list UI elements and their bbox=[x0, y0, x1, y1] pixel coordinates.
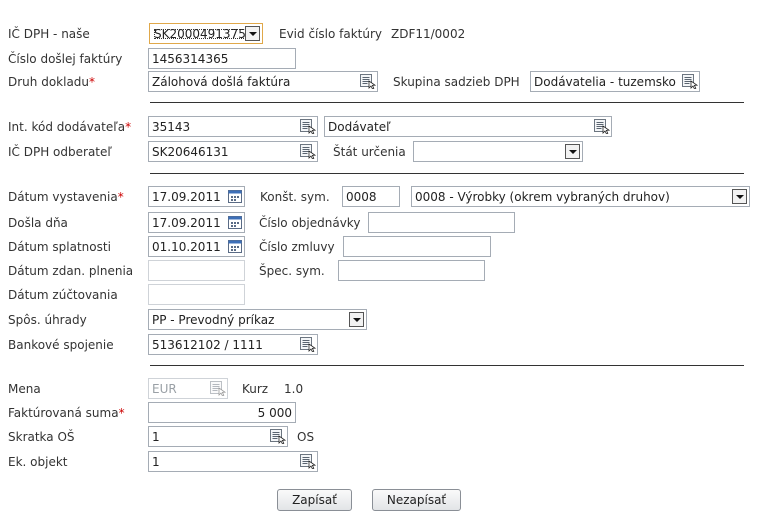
cislo-doslej-value: 1456314365 bbox=[152, 52, 229, 66]
datum-splatnosti-input[interactable]: 01.10.2011 bbox=[148, 236, 245, 257]
skratka-os-input[interactable]: 1 bbox=[148, 426, 288, 447]
datum-zuct-input[interactable] bbox=[148, 284, 245, 305]
datum-zdan-label: Dátum zdan. plnenia bbox=[8, 264, 134, 278]
cislo-objednavky-label: Číslo objednávky bbox=[259, 216, 361, 230]
datum-vystavenia-value: 17.09.2011 bbox=[152, 190, 221, 204]
cislo-doslej-label: Číslo došlej faktúry bbox=[8, 52, 123, 66]
lookup-picker-icon[interactable] bbox=[300, 144, 316, 159]
druh-dokladu-input[interactable]: Zálohová došlá faktúra bbox=[148, 71, 378, 92]
spos-uhrady-select[interactable]: PP - Prevodný príkaz bbox=[148, 309, 367, 330]
cislo-zmluvy-label: Číslo zmluvy bbox=[259, 240, 335, 254]
spos-uhrady-label: Spôs. úhrady bbox=[8, 313, 87, 327]
datum-zuct-label: Dátum zúčtovania bbox=[8, 288, 118, 302]
section-divider bbox=[150, 102, 744, 103]
ic-dph-odberatel-input[interactable]: SK20646131 bbox=[148, 141, 318, 162]
ic-dph-nase-value: SK2000491375 bbox=[153, 27, 246, 41]
save-button[interactable]: Zapísať bbox=[277, 489, 352, 511]
ic-dph-nase-select[interactable]: SK2000491375 bbox=[149, 23, 263, 44]
datum-zdan-input[interactable] bbox=[148, 260, 245, 281]
kurz-label: Kurz bbox=[242, 382, 269, 396]
skupina-sadzieb-label: Skupina sadzieb DPH bbox=[393, 75, 520, 89]
bankove-value: 513612102 / 1111 bbox=[152, 338, 263, 352]
section-divider bbox=[150, 365, 744, 366]
chevron-down-icon[interactable] bbox=[732, 189, 747, 204]
bankove-input[interactable]: 513612102 / 1111 bbox=[148, 334, 318, 355]
datum-vystavenia-input[interactable]: 17.09.2011 bbox=[148, 186, 245, 207]
calendar-icon[interactable] bbox=[228, 189, 242, 203]
spec-sym-label: Špec. sym. bbox=[259, 264, 325, 278]
bankove-label: Bankové spojenie bbox=[8, 338, 114, 352]
lookup-picker-icon[interactable] bbox=[210, 381, 226, 396]
datum-splatnosti-value: 01.10.2011 bbox=[152, 240, 221, 254]
dodavatel-name-value: Dodávateľ bbox=[328, 120, 391, 134]
chevron-down-icon[interactable] bbox=[245, 26, 260, 41]
cancel-button[interactable]: Nezapísať bbox=[372, 489, 461, 511]
lookup-picker-icon[interactable] bbox=[594, 119, 610, 134]
konst-sym-input[interactable]: 0008 bbox=[342, 186, 400, 207]
datum-vystavenia-label: Dátum vystavenia* bbox=[8, 190, 124, 204]
datum-splatnosti-label: Dátum splatnosti bbox=[8, 240, 111, 254]
chevron-down-icon[interactable] bbox=[349, 312, 364, 327]
stat-urcenia-select[interactable] bbox=[413, 141, 583, 162]
ek-objekt-input[interactable]: 1 bbox=[148, 451, 318, 472]
evid-cislo-value: ZDF11/0002 bbox=[391, 27, 466, 41]
lookup-picker-icon[interactable] bbox=[300, 119, 316, 134]
chevron-down-icon[interactable] bbox=[565, 144, 580, 159]
stat-urcenia-label: Štát určenia bbox=[333, 145, 406, 159]
mena-label: Mena bbox=[8, 382, 41, 396]
calendar-icon[interactable] bbox=[228, 215, 242, 229]
cislo-zmluvy-input[interactable] bbox=[343, 236, 491, 257]
calendar-icon[interactable] bbox=[228, 239, 242, 253]
spec-sym-input[interactable] bbox=[338, 260, 485, 281]
int-kod-value: 35143 bbox=[152, 120, 191, 134]
skupina-sadzieb-input[interactable]: Dodávatelia - tuzemsko bbox=[530, 71, 700, 92]
ek-objekt-label: Ek. objekt bbox=[8, 455, 68, 469]
druh-dokladu-value: Zálohová došlá faktúra bbox=[152, 75, 291, 89]
int-kod-input[interactable]: 35143 bbox=[148, 116, 318, 137]
dodavatel-name-input[interactable]: Dodávateľ bbox=[324, 116, 612, 137]
lookup-picker-icon[interactable] bbox=[300, 454, 316, 469]
ic-dph-odberatel-value: SK20646131 bbox=[152, 145, 229, 159]
cislo-doslej-input[interactable]: 1456314365 bbox=[148, 48, 296, 69]
dosla-dna-value: 17.09.2011 bbox=[152, 216, 221, 230]
skratka-os-label: Skratka OŠ bbox=[8, 430, 75, 444]
dosla-dna-input[interactable]: 17.09.2011 bbox=[148, 212, 245, 233]
spos-uhrady-value: PP - Prevodný príkaz bbox=[152, 313, 275, 327]
skratka-os-suffix: OS bbox=[297, 430, 315, 444]
ic-dph-odberatel-label: IČ DPH odberateľ bbox=[8, 145, 112, 159]
section-divider bbox=[150, 173, 744, 174]
ek-objekt-value: 1 bbox=[152, 455, 160, 469]
lookup-picker-icon[interactable] bbox=[360, 74, 376, 89]
lookup-picker-icon[interactable] bbox=[682, 74, 698, 89]
kurz-value: 1.0 bbox=[284, 382, 304, 396]
evid-cislo-label: Evid číslo faktúry bbox=[279, 27, 382, 41]
int-kod-label: Int. kód dodávateľa* bbox=[8, 120, 132, 134]
mena-input[interactable]: EUR bbox=[148, 378, 228, 399]
ic-dph-nase-label: IČ DPH - naše bbox=[8, 27, 90, 41]
skratka-os-value: 1 bbox=[152, 430, 160, 444]
fakturovana-value: 5 000 bbox=[257, 406, 292, 420]
fakturovana-input[interactable]: 5 000 bbox=[148, 402, 296, 423]
dosla-dna-label: Došla dňa bbox=[8, 216, 68, 230]
fakturovana-label: Faktúrovaná suma* bbox=[8, 406, 125, 420]
lookup-picker-icon[interactable] bbox=[300, 337, 316, 352]
mena-value: EUR bbox=[152, 382, 177, 396]
skupina-sadzieb-value: Dodávatelia - tuzemsko bbox=[534, 75, 676, 89]
lookup-picker-icon[interactable] bbox=[270, 429, 286, 444]
konst-sym-desc-value: 0008 - Výrobky (okrem vybraných druhov) bbox=[415, 190, 670, 204]
konst-sym-value: 0008 bbox=[346, 190, 377, 204]
druh-dokladu-label: Druh dokladu* bbox=[8, 75, 96, 89]
konst-sym-label: Konšt. sym. bbox=[260, 190, 330, 204]
cislo-objednavky-input[interactable] bbox=[368, 212, 515, 233]
konst-sym-select[interactable]: 0008 - Výrobky (okrem vybraných druhov) bbox=[411, 186, 750, 207]
